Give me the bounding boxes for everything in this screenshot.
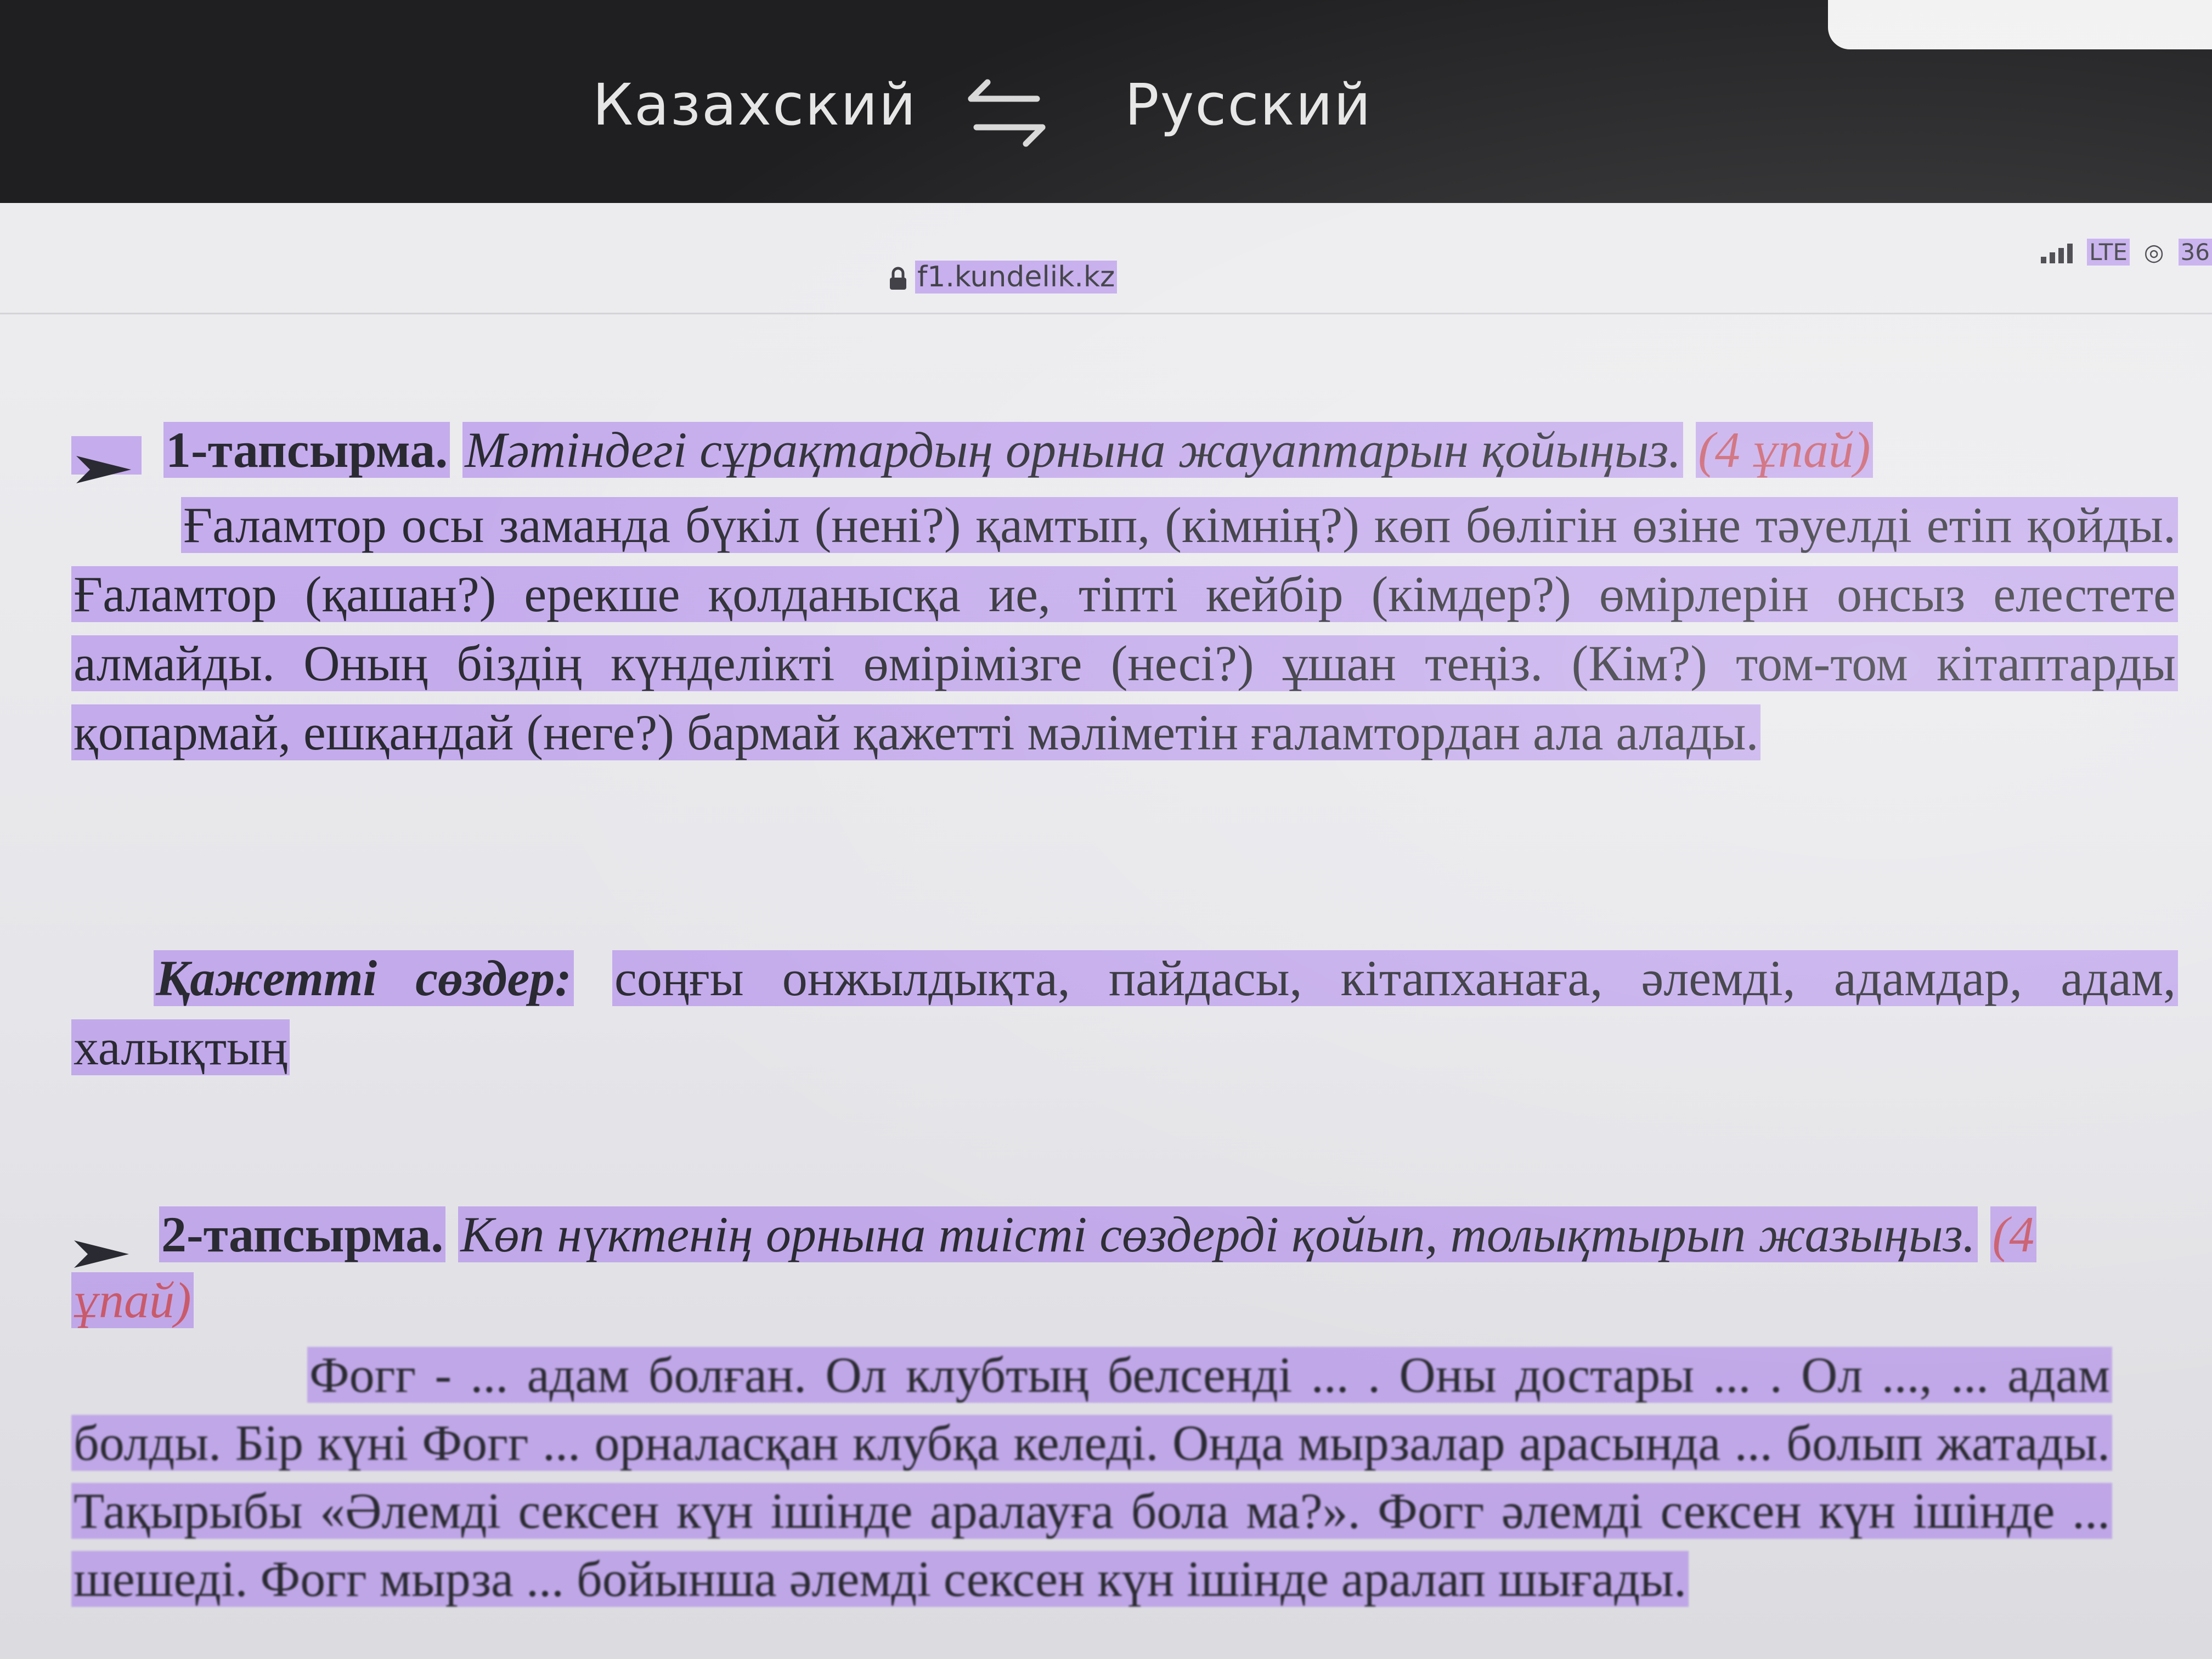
required-words: Қажетті сөздер: соңғы онжылдықта, пайдас…: [71, 944, 2179, 1082]
cellular-signal-icon: [2041, 241, 2073, 263]
task-1-label: 1-тапсырма.: [163, 422, 450, 478]
swap-arrows-icon[interactable]: [966, 77, 1048, 148]
task-1-text-content: Ғаламтор осы заманда бүкіл (нені?) қамты…: [71, 497, 2178, 760]
battery-percent: 36: [2178, 239, 2212, 266]
arrowhead-bullet-icon: [71, 1221, 137, 1268]
required-words-line: Қажетті сөздер: соңғы онжылдықта, пайдас…: [71, 944, 2179, 1082]
task-2-instruction: Көп нүктенің орнына тиісті сөздерді қойы…: [458, 1206, 1978, 1262]
address-bar[interactable]: f1.kundelik.kz: [889, 258, 1118, 296]
task-2-text: Фогг - ... адам болған. Ол клубтың белсе…: [71, 1341, 2178, 1613]
photo-of-screen: Казахский Русский f1.kundelik.kz LTE ◎ 3…: [0, 0, 2212, 1659]
url-text[interactable]: f1.kundelik.kz: [915, 261, 1118, 294]
required-words-label: Қажетті сөздер:: [154, 950, 574, 1006]
browser-address-area: f1.kundelik.kz LTE ◎ 36: [0, 203, 2212, 314]
orientation-lock-icon: ◎: [2143, 239, 2164, 266]
task-1-text: Ғаламтор осы заманда бүкіл (нені?) қамты…: [71, 490, 2178, 767]
task-1-instruction: Мәтіндегі сұрақтардың орнына жауаптарын …: [462, 422, 1684, 478]
task-1: 1-тапсырма. Мәтіндегі сұрақтардың орнына…: [71, 417, 2178, 767]
task-1-heading: 1-тапсырма. Мәтіндегі сұрақтардың орнына…: [71, 417, 2178, 483]
task-2: 2-тапсырма. Көп нүктенің орнына тиісті с…: [71, 1201, 2178, 1613]
task-2-label: 2-тапсырма.: [159, 1206, 446, 1262]
task-1-points: (4 ұпай): [1696, 422, 1873, 478]
status-bar: LTE ◎ 36: [2041, 239, 2212, 266]
task-2-text-content: Фогг - ... адам болған. Ол клубтың белсе…: [71, 1347, 2112, 1607]
network-type: LTE: [2087, 239, 2130, 266]
source-language-button[interactable]: Казахский: [592, 71, 917, 138]
task-2-heading: 2-тапсырма. Көп нүктенің орнына тиісті с…: [71, 1201, 2178, 1333]
lock-icon: [889, 265, 907, 290]
background-window-corner: [1828, 0, 2212, 49]
translator-language-bar: Казахский Русский: [0, 0, 2212, 203]
target-language-button[interactable]: Русский: [1125, 71, 1372, 138]
arrowhead-bullet-icon: [71, 436, 142, 483]
